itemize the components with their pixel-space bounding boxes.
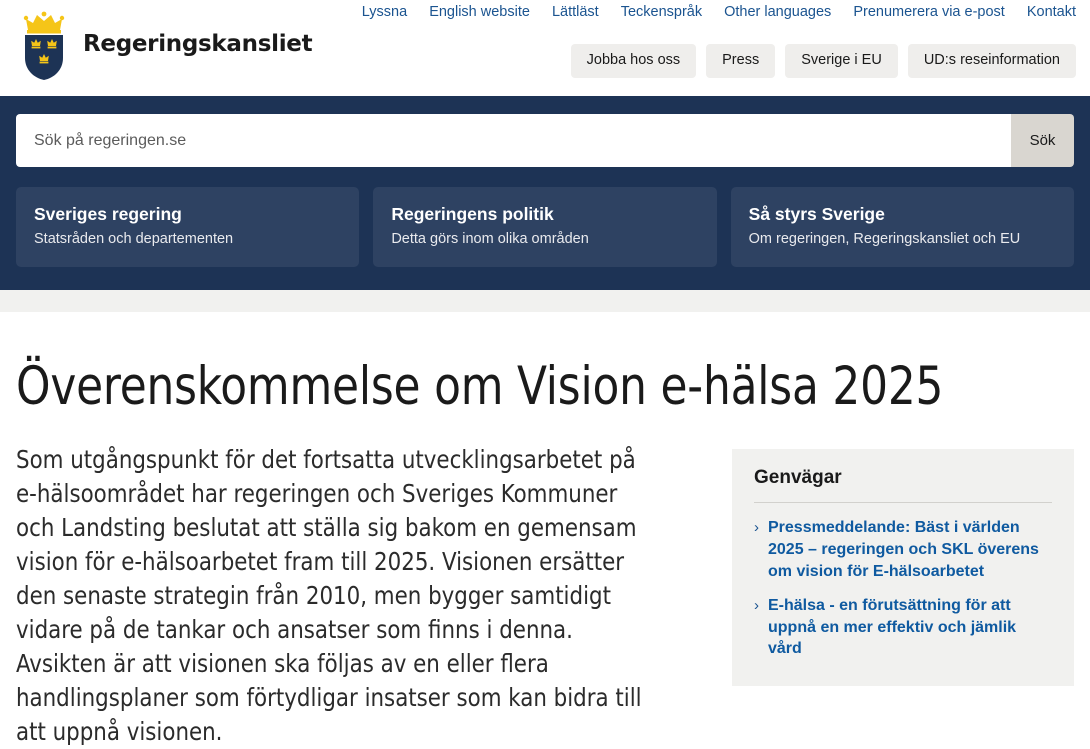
nav-card-regeringens-politik[interactable]: Regeringens politik Detta görs inom olik… bbox=[373, 187, 717, 268]
shortcuts-title: Genvägar bbox=[754, 467, 842, 489]
shortcuts-box: Genvägar › Pressmeddelande: Bäst i värld… bbox=[732, 449, 1074, 687]
shortcuts-divider bbox=[754, 502, 1052, 504]
shortcut-link-e-halsa-forutsattning[interactable]: E-hälsa - en förutsättning för att uppnå… bbox=[768, 595, 1052, 660]
site-header: Regeringskansliet Lyssna English website… bbox=[0, 0, 1090, 96]
chevron-right-icon: › bbox=[754, 519, 759, 537]
primary-nav-cards: Sveriges regering Statsråden och departe… bbox=[16, 187, 1074, 268]
nav-card-title: Så styrs Sverige bbox=[748, 204, 885, 224]
pill-button-press[interactable]: Press bbox=[706, 44, 776, 78]
list-item: › E-hälsa - en förutsättning för att upp… bbox=[754, 595, 1052, 660]
utility-link-english-website[interactable]: English website bbox=[429, 4, 530, 20]
nav-card-sveriges-regering[interactable]: Sveriges regering Statsråden och departe… bbox=[16, 187, 360, 268]
nav-card-subtitle: Detta görs inom olika områden bbox=[391, 231, 589, 247]
utility-link-teckensprak[interactable]: Teckenspråk bbox=[621, 4, 702, 20]
nav-card-subtitle: Om regeringen, Regeringskansliet och EU bbox=[748, 231, 1021, 247]
site-brand-name: Regeringskansliet bbox=[83, 31, 313, 57]
pill-nav: Jobba hos oss Press Sverige i EU UD:s re… bbox=[570, 44, 1076, 78]
pill-button-uds-reseinformation[interactable]: UD:s reseinformation bbox=[907, 44, 1076, 78]
shortcuts-list: › Pressmeddelande: Bäst i världen 2025 –… bbox=[754, 517, 1052, 660]
site-search-form: Sök bbox=[16, 114, 1074, 167]
utility-link-lattlast[interactable]: Lättläst bbox=[552, 4, 599, 20]
pill-button-jobba-hos-oss[interactable]: Jobba hos oss bbox=[570, 44, 697, 78]
nav-card-title: Sveriges regering bbox=[34, 204, 182, 224]
utility-link-kontakt[interactable]: Kontakt bbox=[1027, 4, 1076, 20]
utility-link-other-languages[interactable]: Other languages bbox=[724, 4, 831, 20]
list-item: › Pressmeddelande: Bäst i världen 2025 –… bbox=[754, 517, 1052, 582]
swedish-three-crowns-coat-of-arms-icon bbox=[18, 8, 70, 80]
search-input[interactable] bbox=[16, 114, 1011, 167]
content-columns: Som utgångspunkt för det fortsatta utvec… bbox=[16, 443, 1074, 749]
shortcut-link-pressmeddelande[interactable]: Pressmeddelande: Bäst i världen 2025 – r… bbox=[768, 517, 1052, 582]
nav-card-sa-styrs-sverige[interactable]: Så styrs Sverige Om regeringen, Regering… bbox=[730, 187, 1074, 268]
utility-link-prenumerera-via-epost[interactable]: Prenumerera via e-post bbox=[853, 4, 1005, 20]
banner-divider-strip bbox=[0, 290, 1090, 313]
search-and-nav-banner: Sök Sveriges regering Statsråden och dep… bbox=[0, 96, 1090, 291]
search-submit-button[interactable]: Sök bbox=[1011, 114, 1074, 167]
site-logo-link[interactable]: Regeringskansliet bbox=[18, 8, 313, 80]
article-lead-paragraph: Som utgångspunkt för det fortsatta utvec… bbox=[16, 445, 642, 747]
utility-link-lyssna[interactable]: Lyssna bbox=[362, 4, 407, 20]
nav-card-subtitle: Statsråden och departementen bbox=[34, 231, 234, 247]
main-content: Överenskommelse om Vision e-hälsa 2025 S… bbox=[0, 357, 1090, 749]
utility-nav: Lyssna English website Lättläst Teckensp… bbox=[362, 4, 1076, 20]
page-root: Regeringskansliet Lyssna English website… bbox=[0, 0, 1090, 749]
page-title: Överenskommelse om Vision e-hälsa 2025 bbox=[16, 356, 944, 418]
nav-card-title: Regeringens politik bbox=[391, 204, 554, 224]
sidebar-column: Genvägar › Pressmeddelande: Bäst i värld… bbox=[732, 443, 1074, 687]
chevron-right-icon: › bbox=[754, 597, 759, 615]
pill-button-sverige-i-eu[interactable]: Sverige i EU bbox=[785, 44, 898, 78]
article-body-column: Som utgångspunkt för det fortsatta utvec… bbox=[16, 443, 692, 749]
